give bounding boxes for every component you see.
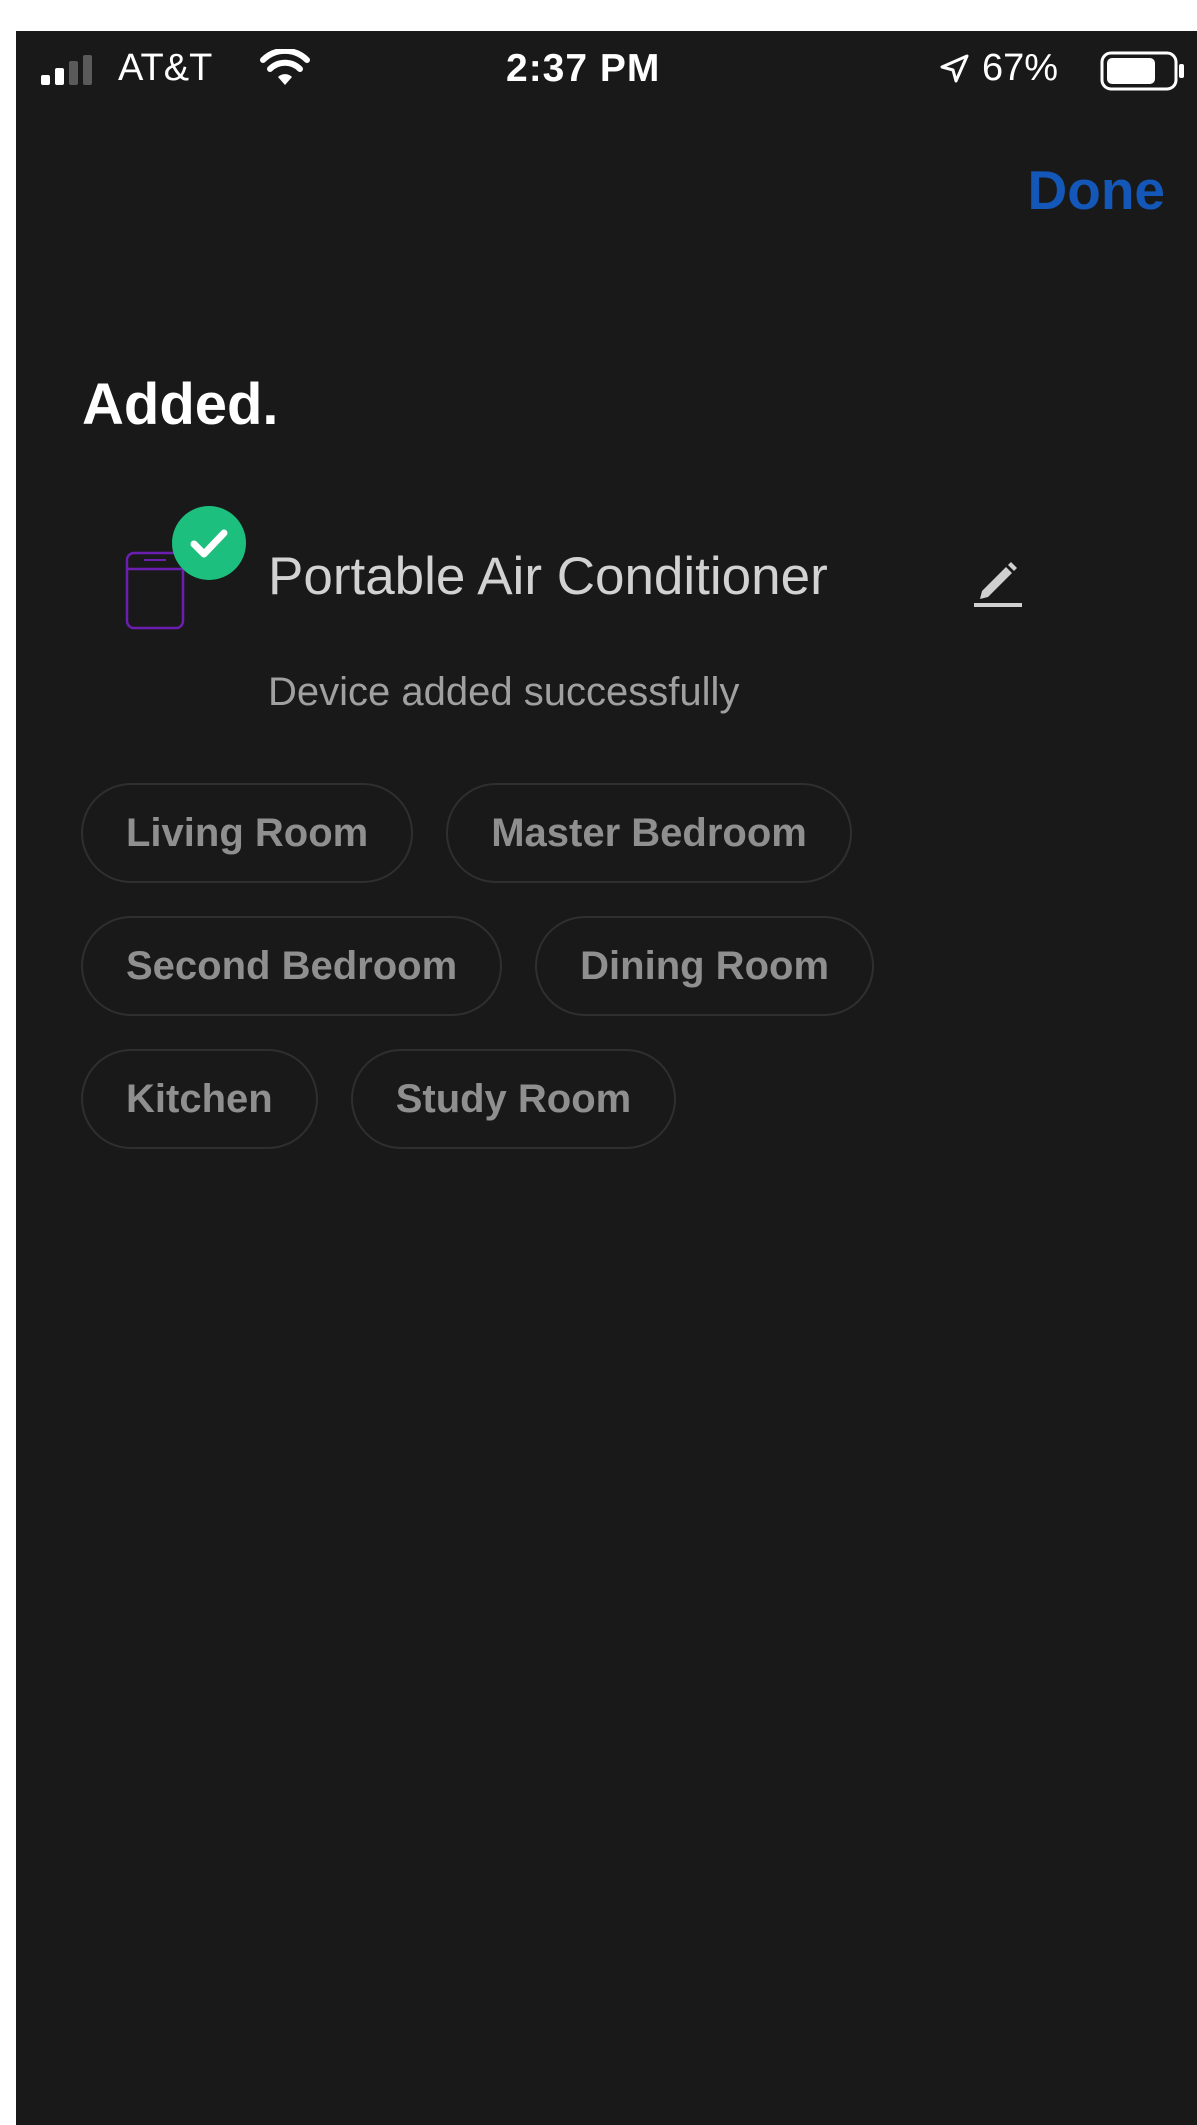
page-title: Added.: [82, 372, 279, 437]
room-chip-master-bedroom[interactable]: Master Bedroom: [446, 783, 852, 883]
signal-icon: [41, 55, 92, 85]
battery-icon: [1100, 51, 1184, 91]
clock: 2:37 PM: [506, 47, 661, 90]
carrier-label: AT&T: [118, 47, 213, 89]
room-chip-row: Second Bedroom Dining Room: [81, 916, 875, 1016]
room-chip-row: Kitchen Study Room: [81, 1049, 677, 1149]
room-chip-study-room[interactable]: Study Room: [350, 1049, 677, 1149]
battery-percentage: 67%: [982, 47, 1059, 89]
room-chip-second-bedroom[interactable]: Second Bedroom: [81, 916, 503, 1016]
app-screen: AT&T 2:37 PM 67% Done Added. Portable Ai…: [16, 31, 1197, 2125]
room-chip-living-room[interactable]: Living Room: [81, 783, 414, 883]
device-name: Portable Air Conditioner: [268, 547, 828, 606]
done-button[interactable]: Done: [1028, 163, 1166, 218]
room-chip-kitchen[interactable]: Kitchen: [81, 1049, 318, 1149]
location-arrow-icon: [940, 54, 969, 83]
device-status-message: Device added successfully: [268, 670, 740, 714]
room-chip-dining-room[interactable]: Dining Room: [535, 916, 875, 1016]
wifi-icon: [260, 49, 310, 85]
edit-pencil-icon[interactable]: [970, 553, 1026, 609]
status-bar: AT&T 2:37 PM 67%: [16, 31, 1197, 111]
success-check-icon: [172, 506, 246, 580]
room-chip-row: Living Room Master Bedroom: [81, 783, 852, 883]
